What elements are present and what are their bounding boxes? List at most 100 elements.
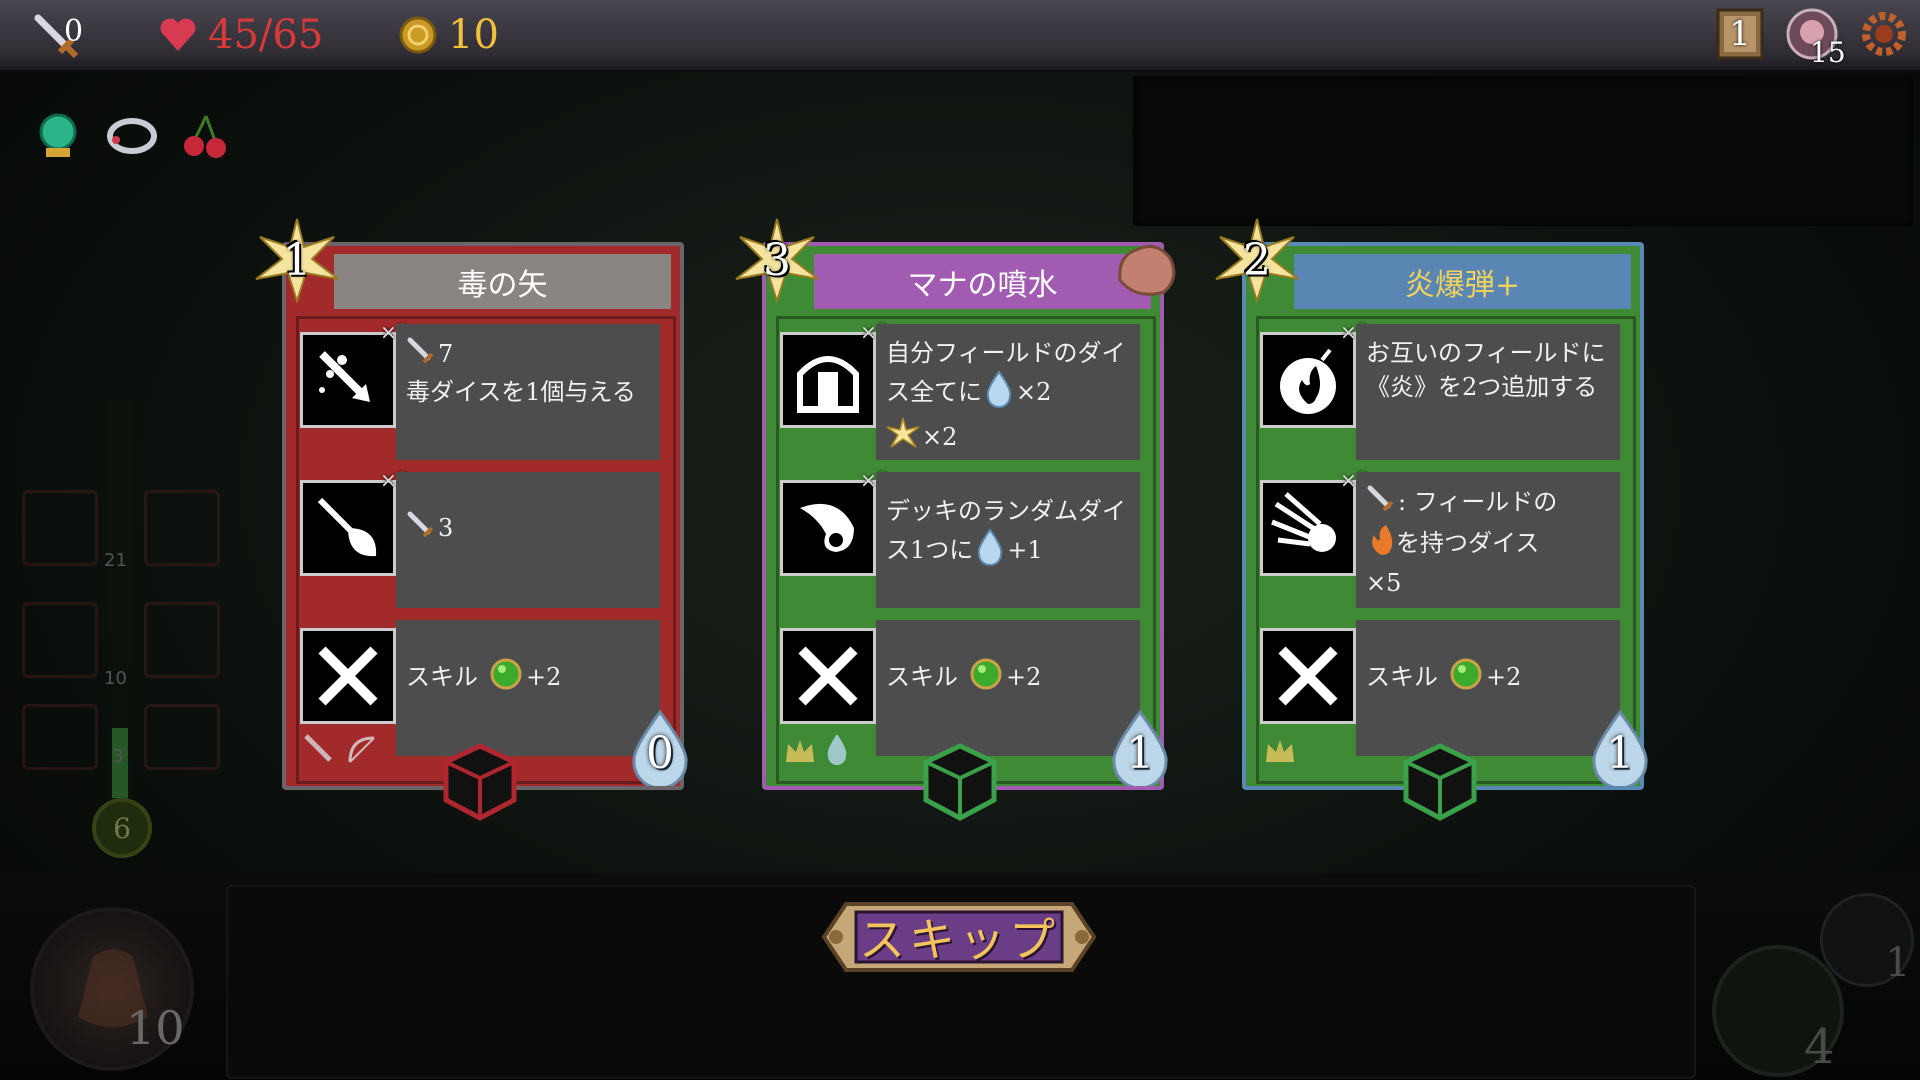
gold-value: 10	[448, 12, 499, 58]
card[interactable]: 毒の矢 1 ×3 7 毒ダイスを1個与える ×2 3 スキル +2 0	[255, 218, 688, 821]
poison-arrow-icon	[300, 332, 396, 428]
sword-tag-icon	[302, 732, 338, 772]
ability-text: お互いのフィールドに《炎》を2つ追加する	[1356, 324, 1620, 460]
gauge-label: 10	[104, 668, 127, 689]
green-gem-icon	[490, 658, 522, 699]
damage-value: 7	[438, 340, 454, 368]
card-ability: ×3 自分フィールドのダイス全てに ×2 ×2	[774, 318, 1152, 460]
card-cost-value: 1	[283, 234, 311, 286]
card-ability: ×2 3	[294, 466, 672, 608]
card-title-text: 炎爆弾+	[1404, 267, 1521, 303]
ability-text: 自分フィールドのダイス全てに ×2 ×2	[876, 324, 1140, 460]
ability-desc: 毒ダイスを1個与える	[406, 378, 636, 406]
card-mana-value: 1	[1126, 727, 1154, 779]
deck-pile-count: 4	[1804, 1019, 1835, 1075]
skill-value: +2	[526, 663, 562, 691]
emerald-orb-icon	[39, 113, 77, 157]
skip-label: スキップ	[859, 913, 1059, 967]
ability-text: 3	[396, 472, 660, 608]
card-ability: ×3 7 毒ダイスを1個与える	[294, 318, 672, 460]
hp-stat: 45/65	[158, 10, 323, 60]
card-title: マナの噴水	[814, 254, 1151, 309]
discard-button[interactable]: 1	[1820, 893, 1914, 987]
skill-label: スキル	[1366, 663, 1438, 691]
sword-icon	[406, 510, 436, 549]
ability-text: 7 毒ダイスを1個与える	[396, 324, 660, 460]
deck-button[interactable]: 4	[1712, 945, 1844, 1077]
card[interactable]: 炎爆弾+ 2 ×3 お互いのフィールドに《炎》を2つ追加する ×2: フィールドの を持つ…	[1215, 218, 1648, 821]
hp-value: 45/65	[208, 12, 324, 58]
relic-slot[interactable]	[104, 108, 160, 164]
sword-icon	[1366, 484, 1396, 523]
card-mana: 1	[1108, 710, 1172, 786]
cross-icon	[300, 628, 396, 724]
ability-text: スキル +2	[876, 620, 1140, 756]
card-cost-value: 3	[763, 234, 791, 286]
damage-mult: ×5	[1366, 569, 1402, 597]
skill-value: +2	[1486, 663, 1522, 691]
card[interactable]: マナの噴水 3 ×3 自分フィールドのダイス全てに ×2 ×2 ×2 デッキのランダムダイス1…	[735, 218, 1176, 821]
fountain-icon	[780, 332, 876, 428]
ring-icon	[107, 118, 157, 154]
dice-bag-button[interactable]: 10	[30, 907, 194, 1071]
star-mult: ×2	[922, 423, 958, 451]
spade-arrow-icon	[300, 480, 396, 576]
settings-button[interactable]	[1856, 6, 1912, 62]
deck-count: 15	[1810, 36, 1846, 69]
bag-count: 10	[126, 1001, 185, 1055]
damage-value: 3	[438, 514, 454, 542]
relic-slot[interactable]	[30, 108, 86, 164]
level-gauge: 21 10 3	[104, 398, 132, 798]
info-panel	[1133, 76, 1913, 226]
card-title-text: マナの噴水	[907, 267, 1058, 303]
star-icon	[886, 417, 920, 460]
ability-desc: を持つダイス	[1396, 529, 1540, 557]
gauge-label: 21	[104, 550, 127, 571]
green-gem-icon	[970, 658, 1002, 699]
card-title: 毒の矢	[334, 254, 671, 309]
relic-slot[interactable]	[178, 108, 234, 164]
sword-icon	[406, 336, 436, 375]
crown-tag-icon	[1262, 732, 1298, 772]
die-icon	[920, 742, 1000, 822]
mana-bonus: +1	[1007, 536, 1043, 564]
ability-text: デッキのランダムダイス1つに +1	[876, 472, 1140, 608]
splash-icon	[780, 480, 876, 576]
crown-tag-icon	[782, 732, 818, 772]
card-tags	[302, 732, 380, 772]
gold-coin-icon	[399, 16, 437, 54]
rock-icon	[1112, 234, 1182, 308]
card-cost-value: 2	[1243, 234, 1271, 286]
heart-icon	[160, 18, 196, 52]
card-ability: ×2 デッキのランダムダイス1つに +1	[774, 466, 1152, 608]
map-button[interactable]: 1	[1712, 6, 1768, 62]
mana-drop-icon	[975, 528, 1005, 575]
attack-stat: 0	[30, 10, 83, 60]
gear-icon	[1862, 12, 1906, 56]
cross-icon	[780, 628, 876, 724]
fire-bomb-icon	[1260, 332, 1356, 428]
deck-bag-button[interactable]: 15	[1784, 6, 1846, 69]
card-cost: 2	[1214, 217, 1300, 303]
bow-tag-icon	[344, 732, 380, 772]
card-cost: 1	[254, 217, 340, 303]
card-title-text: 毒の矢	[457, 267, 548, 303]
skill-value: +2	[1006, 663, 1042, 691]
top-bar: 0 45/65 10 1 15	[0, 0, 1920, 72]
comet-icon	[1260, 480, 1356, 576]
cross-icon	[1260, 628, 1356, 724]
gauge-orb: 6	[92, 798, 152, 858]
relic-bar	[30, 108, 234, 164]
card-tags	[1262, 732, 1298, 772]
mana-tag-icon	[824, 732, 850, 772]
card-title: 炎爆弾+	[1294, 254, 1631, 309]
ability-text: スキル +2	[396, 620, 660, 756]
skill-label: スキル	[406, 663, 478, 691]
card-ability: スキル +2	[1254, 614, 1632, 756]
discard-count: 1	[1885, 940, 1911, 986]
skill-label: スキル	[886, 663, 958, 691]
die-icon	[440, 742, 520, 822]
mana-mult: ×2	[1016, 378, 1052, 406]
map-count: 1	[1729, 14, 1751, 54]
ability-desc: : フィールドの	[1398, 488, 1558, 516]
